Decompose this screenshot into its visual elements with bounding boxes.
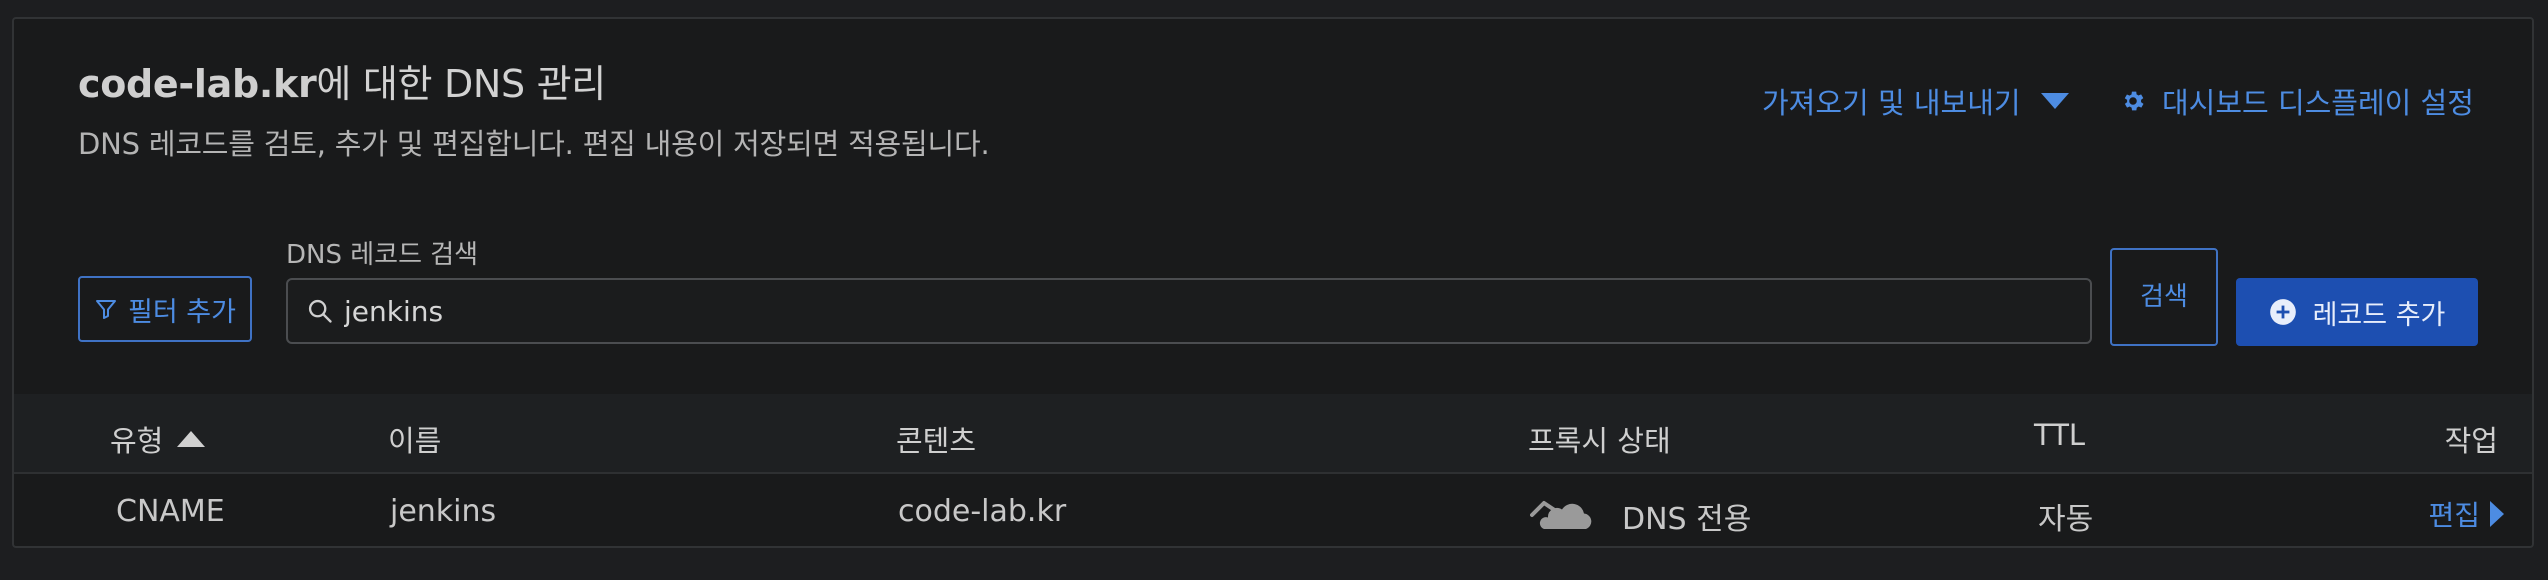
dashboard-settings-label: 대시보드 디스플레이 설정 (2162, 86, 2474, 120)
sort-ascending-icon (177, 431, 206, 447)
add-record-button[interactable]: 레코드 추가 (2236, 278, 2478, 346)
search-icon (306, 297, 334, 325)
add-filter-label: 필터 추가 (128, 296, 236, 328)
column-header-name[interactable]: 이름 (388, 418, 441, 460)
page-title-suffix: 에 대한 DNS 관리 (316, 62, 606, 106)
column-type-label: 유형 (110, 424, 164, 458)
edit-record-label: 편집 (2428, 499, 2480, 532)
search-label: DNS 레코드 검색 (286, 240, 479, 270)
record-content: code-lab.kr (898, 494, 1067, 529)
record-name: jenkins (390, 494, 497, 529)
search-box (286, 278, 2092, 344)
import-export-dropdown[interactable]: 가져오기 및 내보내기 (1762, 80, 2069, 122)
record-type: CNAME (116, 494, 225, 529)
column-header-proxy[interactable]: 프록시 상태 (1528, 418, 1671, 460)
page-title-domain: code-lab.kr (78, 62, 317, 106)
search-input[interactable] (344, 294, 2044, 328)
plus-circle-icon (2269, 298, 2297, 326)
record-ttl: 자동 (2038, 502, 2094, 537)
search-button[interactable]: 검색 (2110, 248, 2218, 346)
gear-icon (2120, 88, 2146, 114)
dashboard-settings-link[interactable]: 대시보드 디스플레이 설정 (2120, 80, 2474, 122)
column-header-type[interactable]: 유형 (110, 418, 206, 460)
dns-table-header: 유형 이름 콘텐츠 프록시 상태 TTL 작업 (14, 394, 2532, 474)
column-header-content[interactable]: 콘텐츠 (896, 418, 976, 460)
import-export-label: 가져오기 및 내보내기 (1762, 86, 2021, 120)
chevron-down-icon (2040, 93, 2069, 109)
column-header-ttl[interactable]: TTL (2034, 418, 2085, 452)
page-title: code-lab.kr에 대한 DNS 관리 (78, 53, 606, 108)
dns-management-card: code-lab.kr에 대한 DNS 관리 DNS 레코드를 검토, 추가 및… (12, 17, 2534, 548)
record-proxy-label: DNS 전용 (1622, 502, 1752, 537)
filter-icon (96, 300, 117, 319)
cloud-icon (1530, 493, 1594, 533)
record-proxy-status: DNS 전용 (1530, 494, 1751, 538)
edit-record-link[interactable]: 편집 (2428, 494, 2504, 534)
page-subtitle: DNS 레코드를 검토, 추가 및 편집합니다. 편집 내용이 저장되면 적용됩… (78, 127, 990, 161)
column-header-action: 작업 (2444, 424, 2498, 458)
table-row[interactable]: CNAME jenkins code-lab.kr DNS 전용 자동 편집 (14, 474, 2532, 546)
add-filter-button[interactable]: 필터 추가 (78, 276, 252, 342)
add-record-label: 레코드 추가 (2312, 299, 2446, 331)
chevron-right-icon (2490, 501, 2504, 527)
